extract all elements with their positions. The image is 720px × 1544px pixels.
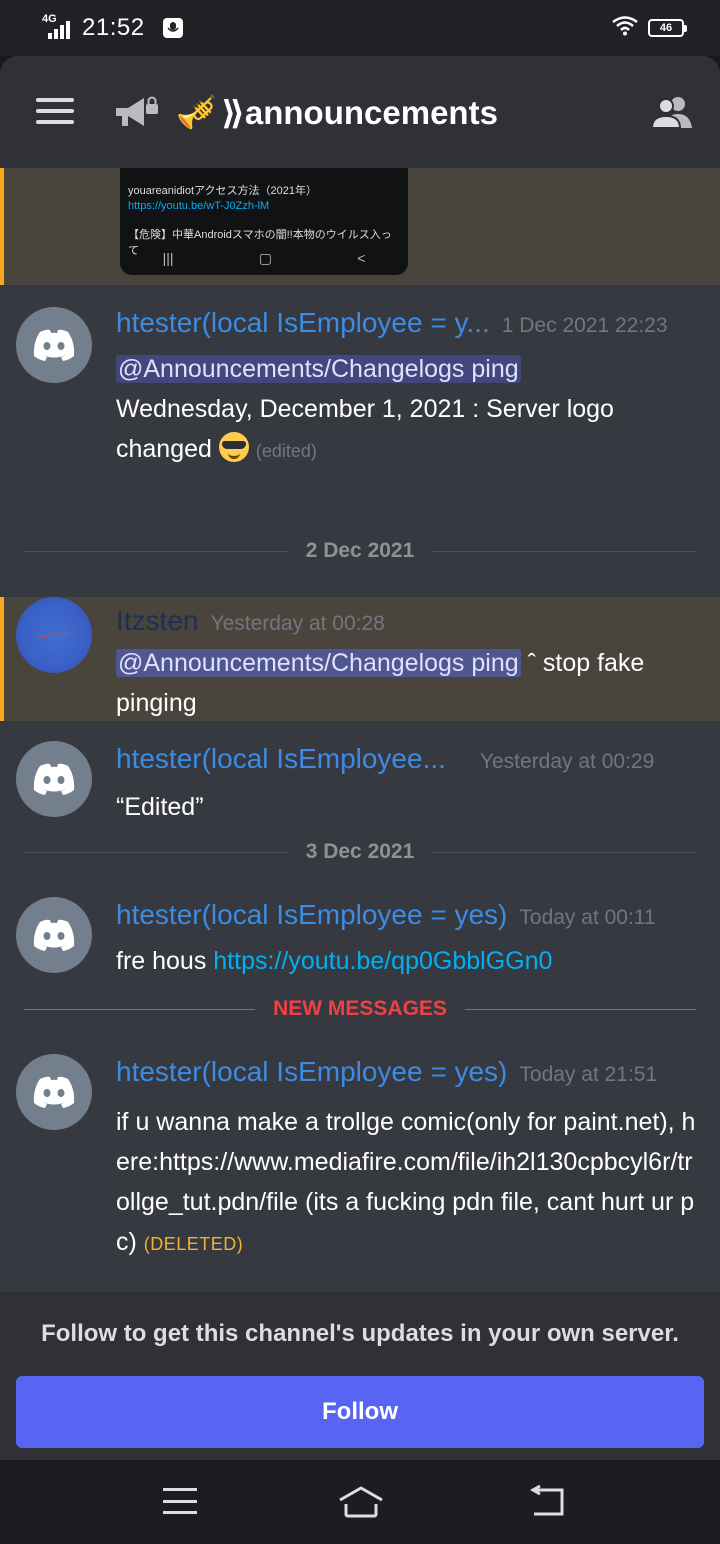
- timestamp: Yesterday at 00:29: [479, 750, 655, 773]
- timestamp: Today at 00:11: [519, 906, 656, 929]
- date-label: 2 Dec 2021: [305, 539, 415, 562]
- system-nav-bar: [0, 1460, 720, 1544]
- wifi-icon: [612, 15, 638, 41]
- message[interactable]: htester(local IsEmployee = yes) Today at…: [0, 1040, 720, 1290]
- channel-name: ⟫announcements: [221, 93, 498, 131]
- author-name[interactable]: Itzsten: [116, 605, 198, 637]
- role-mention[interactable]: @Announcements/Changelogs ping: [116, 355, 521, 383]
- deleted-label: (DELETED): [143, 1234, 244, 1254]
- message-content: fre hous https://youtu.be/qp0GbblGGn0: [116, 941, 706, 981]
- discord-logo-icon: [33, 329, 75, 361]
- date-divider: 2 Dec 2021: [24, 536, 696, 566]
- message-text: Wednesday, December 1, 2021 : Server log…: [116, 395, 614, 463]
- avatar[interactable]: ~~~: [16, 597, 92, 673]
- avatar[interactable]: [16, 741, 92, 817]
- edited-label: (edited): [255, 441, 317, 461]
- message-content: “Edited”: [116, 787, 706, 827]
- message-list[interactable]: youareanidiotアクセス方法（2021年） https://youtu…: [0, 168, 720, 1292]
- home-button[interactable]: [336, 1482, 386, 1522]
- notification-icon: [162, 18, 183, 38]
- avatar-scribble: ~~~: [35, 622, 73, 647]
- author-name[interactable]: htester(local IsEmployee...: [116, 743, 446, 775]
- message-content: if u wanna make a trollge comic(only for…: [116, 1102, 706, 1264]
- embed-phone-nav: ||| ▢ <: [120, 250, 408, 267]
- message-text: “Edited”: [116, 793, 204, 821]
- discord-logo-icon: [33, 763, 75, 795]
- app-window: 🎺 ⟫announcements youareanidiotアクセス方法（202…: [0, 56, 720, 1460]
- author-name[interactable]: htester(local IsEmployee = yes): [116, 899, 507, 931]
- channel-title: 🎺 ⟫announcements: [176, 88, 498, 136]
- status-bar: 4G 21:52 46: [0, 0, 720, 56]
- author-name[interactable]: htester(local IsEmployee = yes): [116, 1056, 507, 1088]
- embed-line-1: youareanidiotアクセス方法（2021年）: [128, 185, 317, 197]
- announcement-channel-lock-icon: [116, 96, 158, 126]
- menu-icon[interactable]: [36, 98, 74, 124]
- discord-logo-icon: [33, 1076, 75, 1108]
- embed-link: https://youtu.be/wT-J0Zzh-lM: [128, 200, 270, 212]
- avatar[interactable]: [16, 307, 92, 383]
- cellular-signal-icon: 4G: [42, 13, 74, 39]
- highlighted-message-embed: youareanidiotアクセス方法（2021年） https://youtu…: [0, 168, 720, 285]
- avatar[interactable]: [16, 897, 92, 973]
- home-icon: ▢: [258, 250, 272, 266]
- message[interactable]: htester(local IsEmployee = y... 1 Dec 20…: [0, 285, 720, 495]
- trumpet-emoji: 🎺: [176, 92, 218, 130]
- new-messages-divider: NEW MESSAGES: [24, 994, 697, 1024]
- message[interactable]: htester(local IsEmployee = yes) Today at…: [0, 883, 720, 993]
- mentioned-message[interactable]: ~~~ Itzsten Yesterday at 00:28 @Announce…: [0, 597, 720, 721]
- follow-button[interactable]: Follow: [16, 1376, 704, 1448]
- follow-prompt: Follow to get this channel's updates in …: [41, 1320, 679, 1347]
- battery-level: 46: [659, 22, 673, 34]
- recents-icon: |||: [162, 250, 174, 266]
- timestamp: 1 Dec 2021 22:23: [501, 314, 668, 337]
- follow-panel: Follow to get this channel's updates in …: [0, 1292, 720, 1460]
- image-attachment[interactable]: youareanidiotアクセス方法（2021年） https://youtu…: [120, 168, 408, 275]
- message-content: @Announcements/Changelogs ping Wednesday…: [116, 349, 706, 471]
- role-mention[interactable]: @Announcements/Changelogs ping: [116, 649, 521, 677]
- sunglasses-emoji-icon: [218, 432, 249, 462]
- message-content: @Announcements/Changelogs ping ˆ stop fa…: [116, 643, 706, 723]
- battery-icon: 46: [648, 19, 687, 37]
- date-divider: 3 Dec 2021: [24, 837, 696, 867]
- discord-logo-icon: [33, 919, 75, 951]
- message-text: fre hous: [116, 947, 214, 975]
- new-messages-label: NEW MESSAGES: [273, 997, 447, 1020]
- timestamp: Yesterday at 00:28: [210, 612, 385, 635]
- back-icon: <: [357, 250, 366, 266]
- message-link[interactable]: https://youtu.be/qp0GbblGGn0: [213, 947, 552, 975]
- channel-header: 🎺 ⟫announcements: [0, 56, 720, 168]
- clock: 21:52: [82, 14, 145, 41]
- members-icon[interactable]: [650, 94, 694, 130]
- timestamp: Today at 21:51: [519, 1063, 658, 1086]
- message[interactable]: htester(local IsEmployee... Yesterday at…: [0, 721, 720, 831]
- author-name[interactable]: htester(local IsEmployee = y...: [116, 307, 490, 339]
- back-button[interactable]: [528, 1484, 568, 1518]
- recent-apps-button[interactable]: [163, 1488, 197, 1514]
- date-label: 3 Dec 2021: [305, 840, 415, 863]
- avatar[interactable]: [16, 1054, 92, 1130]
